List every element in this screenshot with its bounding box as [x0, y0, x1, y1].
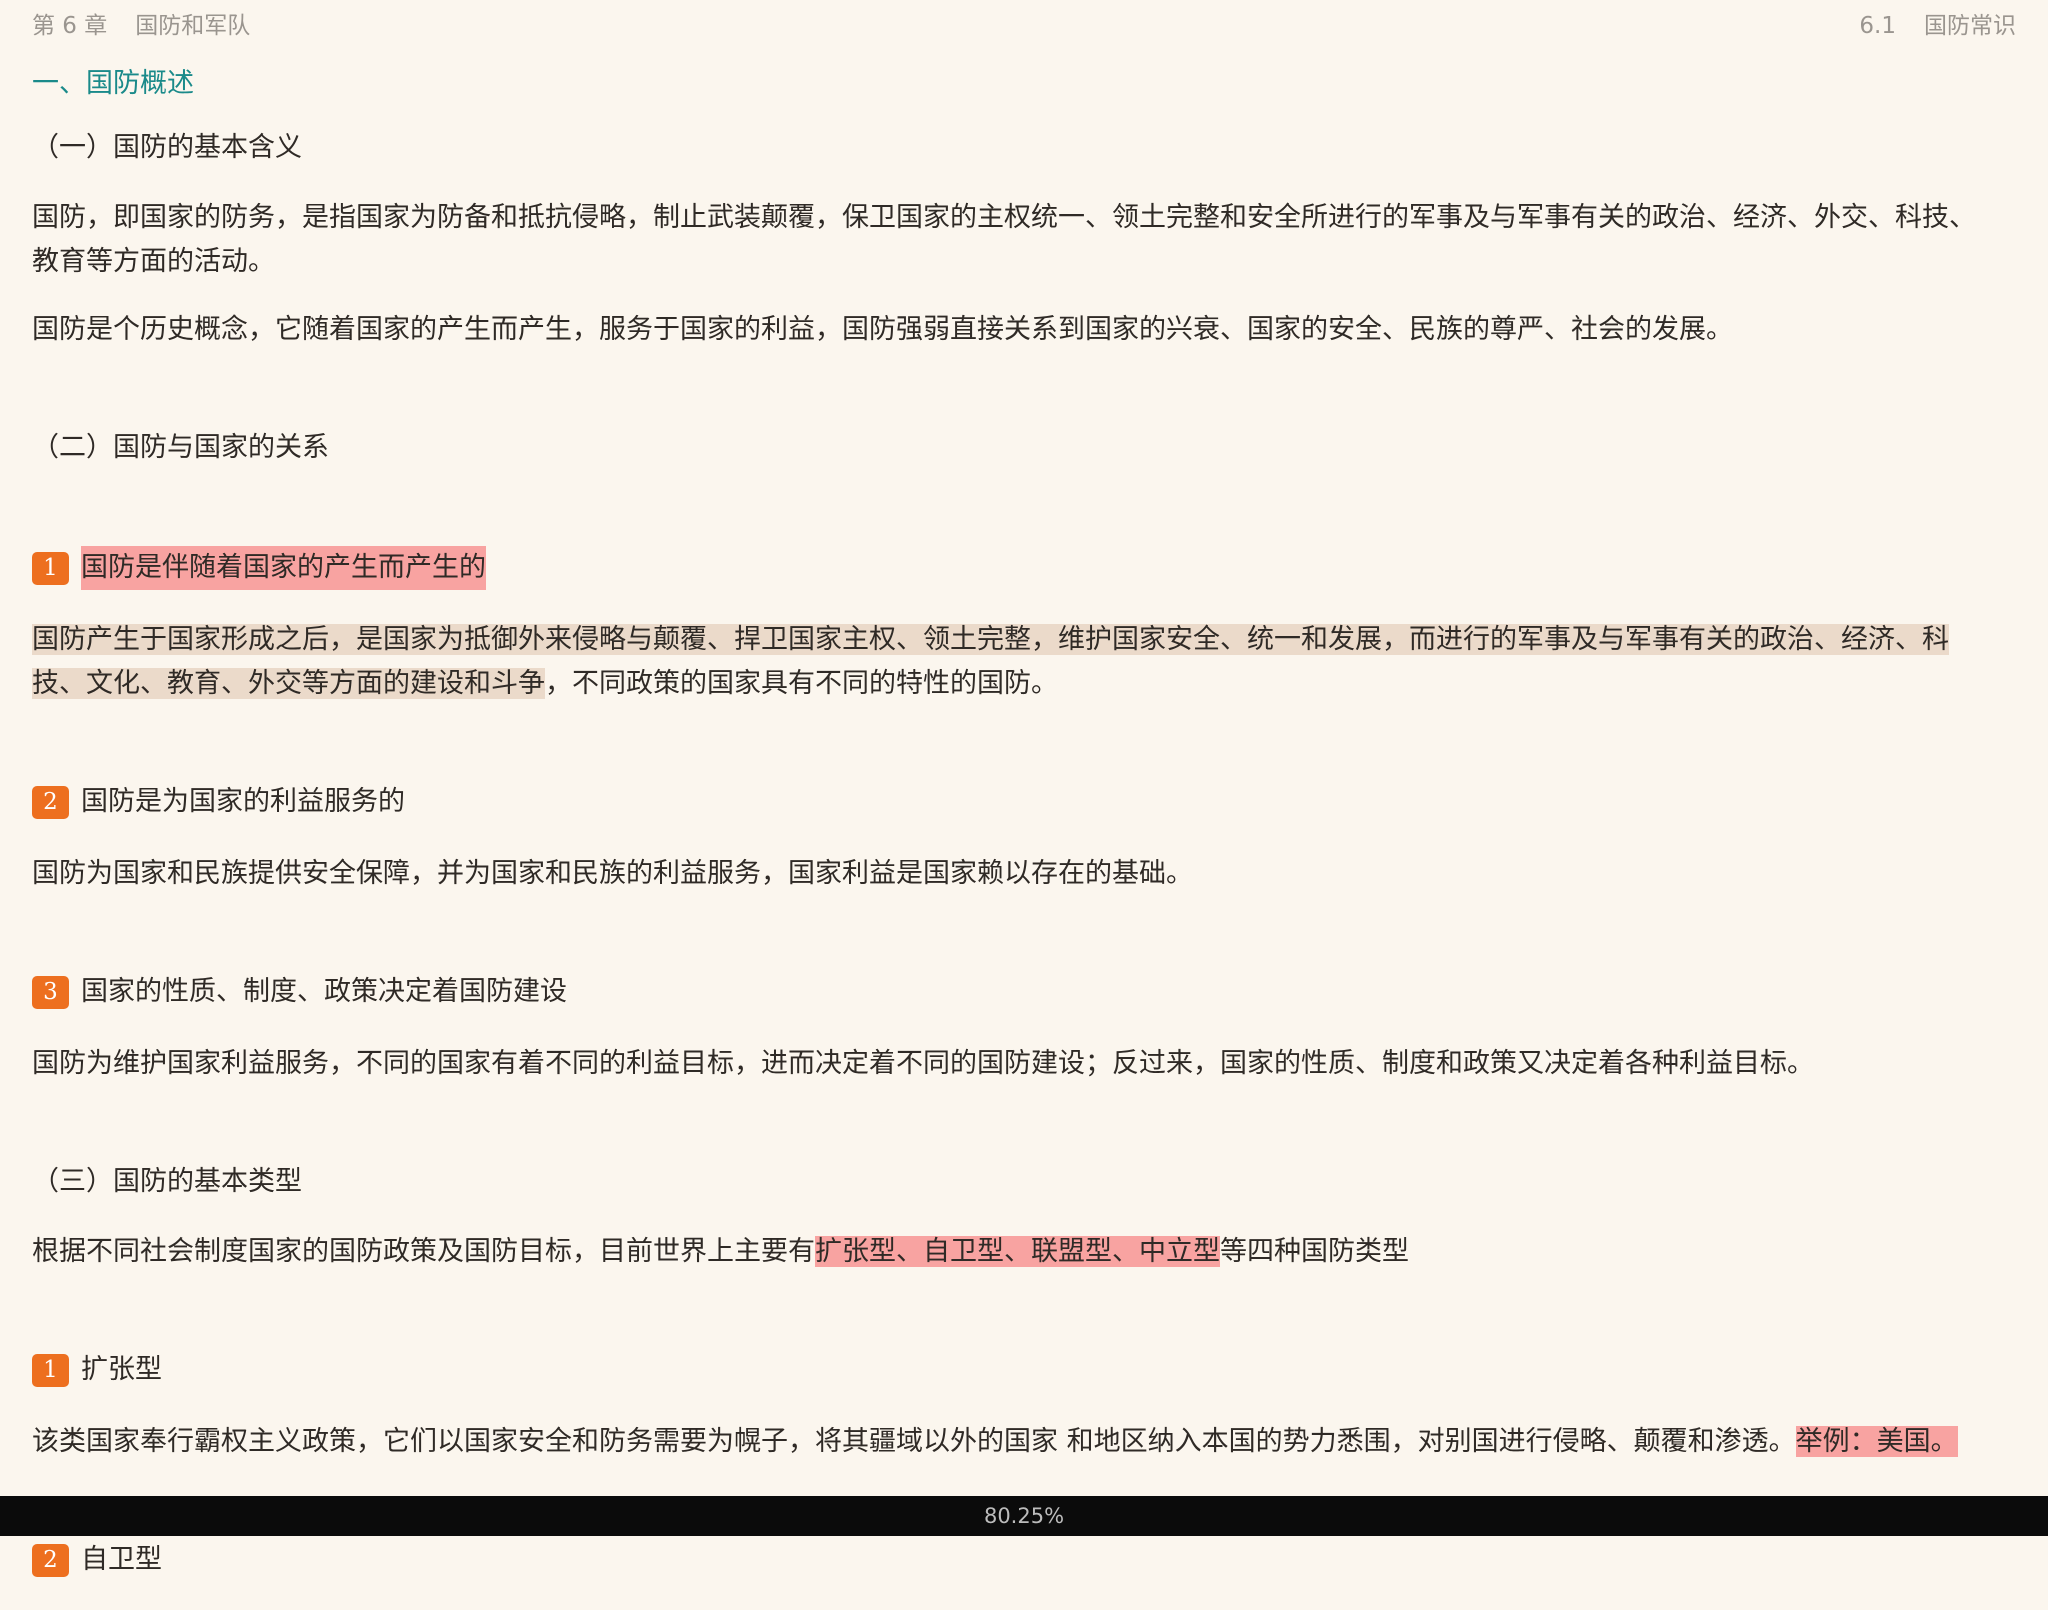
numbered-heading-5: 2 自卫型: [32, 1538, 2000, 1582]
number-badge: 1: [32, 1353, 69, 1387]
section-title: 国防常识: [1924, 13, 2016, 39]
paragraph: 国防为国家和民族提供安全保障，并为国家和民族的利益服务，国家利益是国家赖以存在的…: [32, 858, 1193, 889]
chapter-number: 第 6 章: [32, 13, 108, 39]
section-label: 6.1 国防常识: [1859, 6, 2016, 40]
paragraph: 国防产生于国家形成之后，是国家为抵御外来侵略与颠覆、捍卫国家主权、领土完整，维护…: [32, 618, 2000, 706]
paragraph-text: ，不同政策的国家具有不同的特性的国防。: [545, 668, 1058, 699]
paragraph: 根据不同社会制度国家的国防政策及国防目标，目前世界上主要有扩张型、自卫型、联盟型…: [32, 1230, 2000, 1274]
numbered-heading-4: 1 扩张型: [32, 1348, 2000, 1392]
heading-text: 国家的性质、制度、政策决定着国防建设: [81, 976, 567, 1007]
paragraph-text: 该类国家奉行霸权主义政策，它们以国家安全和防务需要为幌子，将其疆域以外的国家 和…: [32, 1426, 1796, 1457]
running-header: 第 6 章 国防和军队 6.1 国防常识: [0, 0, 2048, 40]
subsection-heading-2: （二）国防与国家的关系: [32, 432, 329, 463]
number-badge: 3: [32, 975, 69, 1009]
paragraph: 国防是个历史概念，它随着国家的产生而产生，服务于国家的利益，国防强弱直接关系到国…: [32, 314, 1733, 345]
paragraph-text: 根据不同社会制度国家的国防政策及国防目标，目前世界上主要有: [32, 1236, 815, 1267]
numbered-heading-1: 1 国防是伴随着国家的产生而产生的: [32, 546, 2000, 590]
reading-progress-bar: 80.25%: [0, 1496, 2048, 1536]
heading-text: 扩张型: [81, 1354, 162, 1385]
number-badge: 2: [32, 785, 69, 819]
section-heading: 一、国防概述: [32, 68, 194, 99]
section-number: 6.1: [1859, 13, 1896, 39]
highlighted-heading-text[interactable]: 国防是伴随着国家的产生而产生的: [81, 546, 486, 590]
number-badge: 1: [32, 551, 69, 585]
numbered-heading-3: 3 国家的性质、制度、政策决定着国防建设: [32, 970, 2000, 1014]
heading-text: 自卫型: [81, 1544, 162, 1575]
chapter-label: 第 6 章 国防和军队: [32, 6, 250, 40]
paragraph-text: 等四种国防类型: [1220, 1236, 1409, 1267]
progress-percentage: 80.25%: [983, 1504, 1065, 1528]
paragraph: 该类国家奉行霸权主义政策，它们以国家安全和防务需要为幌子，将其疆域以外的国家 和…: [32, 1420, 2000, 1464]
paragraph: 国防为维护国家利益服务，不同的国家有着不同的利益目标，进而决定着不同的国防建设；…: [32, 1048, 1814, 1079]
paragraph: 国防，即国家的防务，是指国家为防备和抵抗侵略，制止武装颠覆，保卫国家的主权统一、…: [32, 202, 1976, 277]
reader-content[interactable]: 一、国防概述 （一）国防的基本含义 国防，即国家的防务，是指国家为防备和抵抗侵略…: [32, 62, 2000, 1610]
chapter-title: 国防和军队: [135, 13, 251, 39]
numbered-heading-2: 2 国防是为国家的利益服务的: [32, 780, 2000, 824]
highlighted-text[interactable]: 扩张型、自卫型、联盟型、中立型: [815, 1236, 1220, 1267]
highlighted-text[interactable]: 举例：美国。: [1795, 1426, 1958, 1457]
subsection-heading-1: （一）国防的基本含义: [32, 132, 302, 163]
number-badge: 2: [32, 1543, 69, 1577]
subsection-heading-3: （三）国防的基本类型: [32, 1166, 302, 1197]
heading-text: 国防是为国家的利益服务的: [81, 786, 405, 817]
